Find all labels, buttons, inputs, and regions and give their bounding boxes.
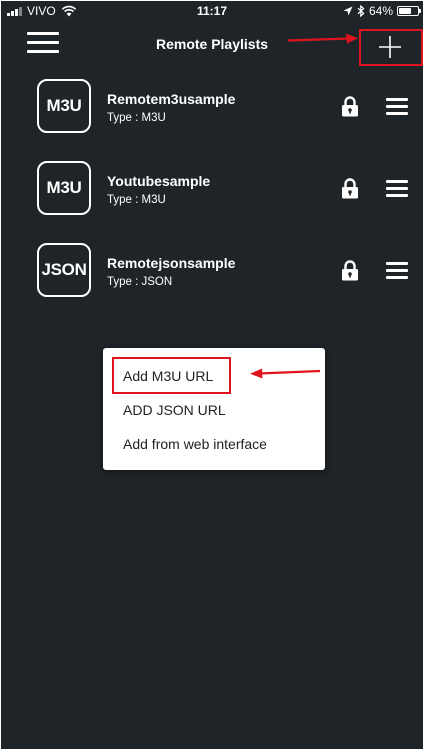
status-right: 64% [343, 4, 421, 18]
playlist-row[interactable]: JSON Remotejsonsample Type : JSON [1, 231, 423, 313]
menu-item-add-json-url[interactable]: ADD JSON URL [123, 402, 226, 418]
lock-icon[interactable] [341, 96, 359, 117]
bluetooth-icon [357, 5, 365, 17]
battery-icon [397, 6, 421, 16]
plus-icon [379, 36, 401, 58]
app-screen: VIVO 11:17 64% Remote Playlists M3U Remo… [1, 1, 423, 749]
playlist-format-badge: JSON [37, 243, 91, 297]
playlist-row[interactable]: M3U Youtubesample Type : M3U [1, 149, 423, 231]
menu-item-add-from-web-interface[interactable]: Add from web interface [123, 436, 267, 452]
menu-item-add-m3u-url[interactable]: Add M3U URL [123, 368, 213, 384]
row-options-hamburger-icon[interactable] [386, 98, 408, 116]
location-arrow-icon [343, 6, 353, 16]
playlist-format-badge: M3U [37, 161, 91, 215]
playlist-type: Type : JSON [107, 276, 173, 288]
playlist-name: Youtubesample [107, 173, 211, 189]
add-playlist-button[interactable] [359, 29, 421, 65]
add-playlist-popup-menu: Add M3U URL ADD JSON URL Add from web in… [103, 348, 325, 470]
playlist-list: M3U Remotem3usample Type : M3U M3U Youtu… [1, 67, 423, 313]
status-bar: VIVO 11:17 64% [1, 1, 423, 21]
playlist-name: Remotem3usample [107, 91, 236, 107]
lock-icon[interactable] [341, 178, 359, 199]
playlist-row[interactable]: M3U Remotem3usample Type : M3U [1, 67, 423, 149]
playlist-name: Remotejsonsample [107, 255, 236, 271]
app-header: Remote Playlists [1, 21, 423, 67]
row-options-hamburger-icon[interactable] [386, 180, 408, 198]
playlist-format-badge: M3U [37, 79, 91, 133]
playlist-type: Type : M3U [107, 112, 166, 124]
row-options-hamburger-icon[interactable] [386, 262, 408, 280]
playlist-type: Type : M3U [107, 194, 166, 206]
battery-level [399, 8, 411, 14]
battery-percent: 64% [368, 4, 393, 18]
lock-icon[interactable] [341, 260, 359, 281]
